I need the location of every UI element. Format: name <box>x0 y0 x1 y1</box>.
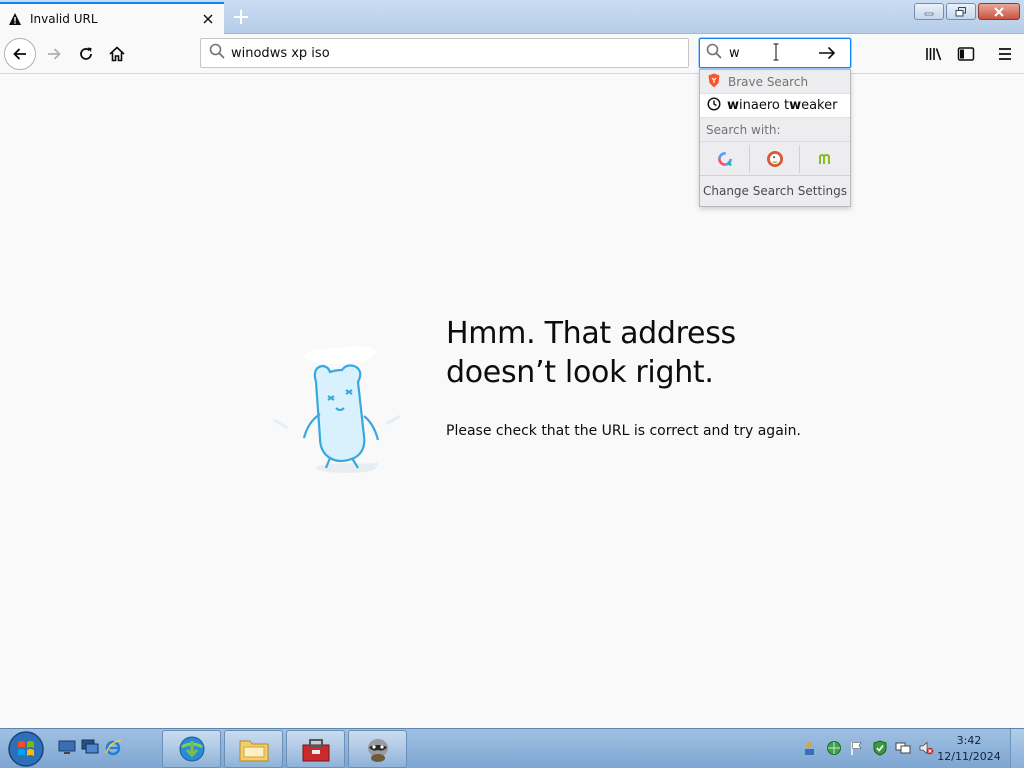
close-tab-icon[interactable] <box>200 11 216 27</box>
system-clock[interactable]: 3:42 12/11/2024 <box>936 733 1002 765</box>
taskbar-download-manager[interactable] <box>162 730 221 768</box>
windows-taskbar: 3:42 12/11/2024 <box>0 728 1024 768</box>
security-shield-icon[interactable] <box>871 739 888 756</box>
forward-button[interactable] <box>38 38 70 70</box>
volume-muted-icon[interactable] <box>917 739 934 756</box>
show-desktop-quicklaunch-icon[interactable] <box>57 737 77 757</box>
new-tab-button[interactable] <box>228 5 254 29</box>
change-search-settings-button[interactable]: Change Search Settings <box>700 175 850 206</box>
close-window-button[interactable] <box>978 3 1020 20</box>
duckduckgo-icon[interactable] <box>750 144 800 173</box>
tab-title: Invalid URL <box>30 12 98 26</box>
action-center-flag-icon[interactable] <box>848 739 865 756</box>
internet-explorer-icon[interactable] <box>103 737 123 757</box>
url-bar[interactable] <box>200 38 689 68</box>
menu-button[interactable] <box>989 38 1021 70</box>
taskbar-raccoon-app[interactable] <box>348 730 407 768</box>
reload-button[interactable] <box>70 38 102 70</box>
library-button[interactable] <box>918 38 950 70</box>
search-go-button[interactable] <box>815 41 839 65</box>
search-engines-row <box>700 141 850 175</box>
home-button[interactable] <box>101 38 133 70</box>
network-computer-icon[interactable] <box>894 739 911 756</box>
start-button[interactable] <box>6 730 46 768</box>
search-input[interactable] <box>729 45 811 61</box>
sidebar-button[interactable] <box>950 38 982 70</box>
engine-name: Brave Search <box>728 74 809 89</box>
url-input[interactable] <box>231 45 671 61</box>
back-button[interactable] <box>4 38 36 70</box>
suggestion-item[interactable]: winaero tweaker <box>700 94 850 117</box>
engine-header: Brave Search <box>700 70 850 94</box>
window-controls <box>914 3 1020 20</box>
error-illustration <box>268 340 408 480</box>
system-tray <box>802 739 934 756</box>
warning-icon <box>8 12 22 26</box>
suggestion-text: winaero tweaker <box>727 98 838 113</box>
title-bar: Invalid URL <box>0 0 1024 34</box>
search-bar[interactable] <box>699 38 851 68</box>
brave-icon <box>707 73 721 91</box>
tab-invalid-url[interactable]: Invalid URL <box>0 2 224 34</box>
mojeek-icon[interactable] <box>800 145 850 173</box>
clock-date: 12/11/2024 <box>937 750 1001 763</box>
error-title: Hmm. That address doesn’t look right. <box>446 316 736 390</box>
search-icon <box>209 43 225 63</box>
search-with-label: Search with: <box>700 117 850 141</box>
clock-time: 3:42 <box>956 734 982 747</box>
taskbar-file-explorer[interactable] <box>224 730 283 768</box>
error-description: Please check that the URL is correct and… <box>446 423 801 439</box>
network-users-icon[interactable] <box>802 739 819 756</box>
navigation-toolbar <box>0 34 1024 74</box>
qwant-icon[interactable] <box>700 144 750 173</box>
globe-icon[interactable] <box>825 739 842 756</box>
switch-windows-icon[interactable] <box>80 737 100 757</box>
history-icon <box>707 96 721 115</box>
restore-button[interactable] <box>946 3 976 20</box>
minimize-button[interactable] <box>914 3 944 20</box>
search-suggestions-popup: Brave Search winaero tweaker Search with… <box>699 69 851 207</box>
search-icon <box>706 43 722 63</box>
show-desktop-button[interactable] <box>1010 729 1024 768</box>
text-cursor-icon <box>773 43 779 61</box>
taskbar-toolbox-app[interactable] <box>286 730 345 768</box>
